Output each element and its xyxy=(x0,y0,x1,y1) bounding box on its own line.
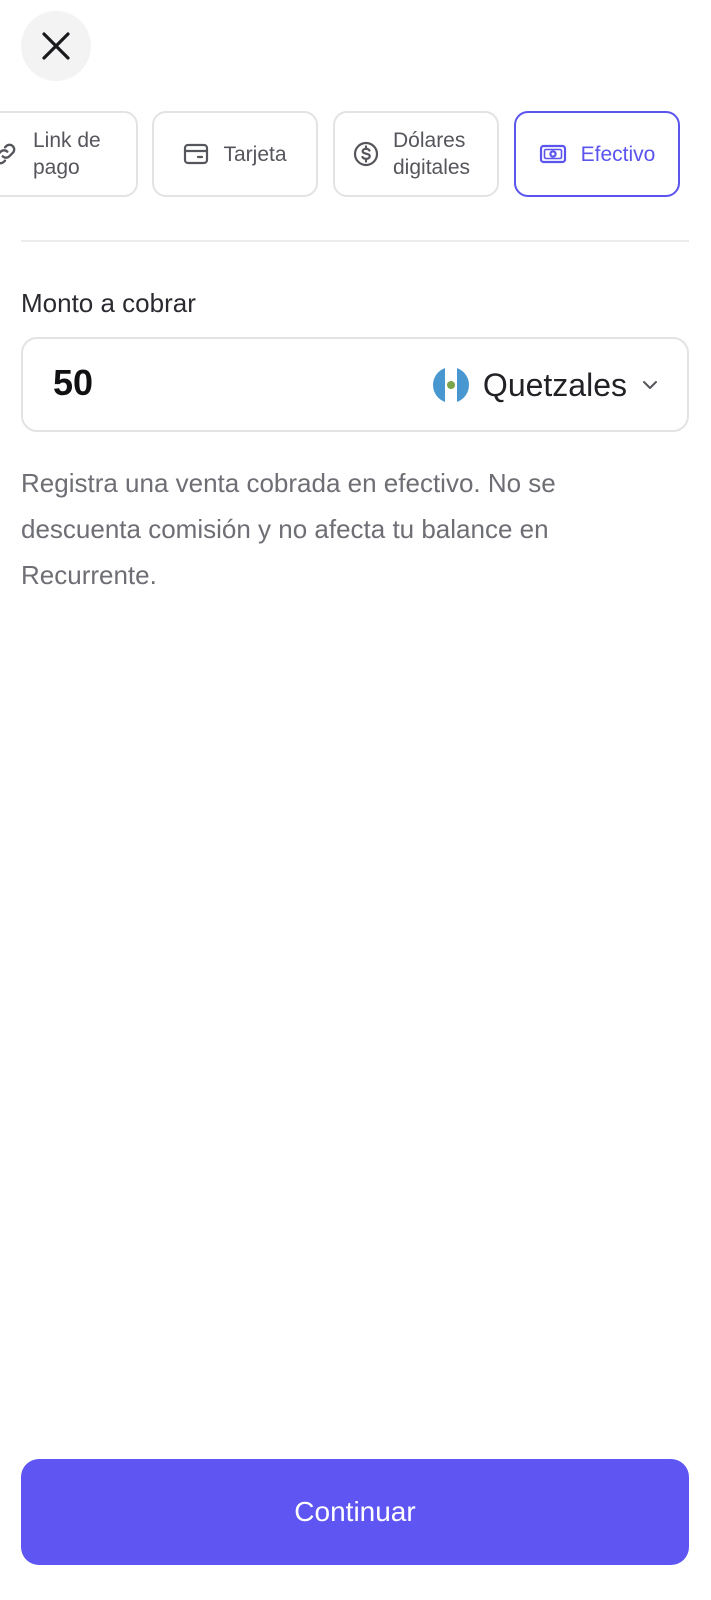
currency-selector[interactable]: Quetzales xyxy=(432,363,659,407)
amount-input[interactable] xyxy=(53,362,353,404)
method-label: Dólares digitales xyxy=(393,129,471,179)
guatemala-flag-icon xyxy=(432,367,469,403)
method-label: Efectivo xyxy=(580,142,656,166)
payment-method-selector: Link de pago Tarjeta Dólares digitales E… xyxy=(0,111,711,197)
dollar-circle-icon xyxy=(353,141,379,167)
method-label: Link de pago xyxy=(33,129,101,179)
cash-icon xyxy=(539,143,567,165)
close-icon xyxy=(42,32,70,60)
amount-label: Monto a cobrar xyxy=(21,288,196,318)
amount-field: Quetzales xyxy=(21,337,689,432)
close-button[interactable] xyxy=(21,11,91,81)
method-tarjeta[interactable]: Tarjeta xyxy=(152,111,318,197)
method-dolares-digitales[interactable]: Dólares digitales xyxy=(333,111,499,197)
charge-screen: Link de pago Tarjeta Dólares digitales E… xyxy=(0,0,711,1600)
credit-card-icon xyxy=(183,143,209,165)
currency-name: Quetzales xyxy=(482,366,627,403)
method-efectivo[interactable]: Efectivo xyxy=(514,111,680,197)
cash-description: Registra una venta cobrada en efectivo. … xyxy=(21,468,556,590)
method-label: Tarjeta xyxy=(223,142,287,166)
method-link-de-pago[interactable]: Link de pago xyxy=(0,111,138,197)
link-icon xyxy=(0,140,19,168)
divider xyxy=(21,240,689,242)
continue-button[interactable]: Continuar xyxy=(21,1459,689,1565)
chevron-down-icon xyxy=(643,381,657,389)
